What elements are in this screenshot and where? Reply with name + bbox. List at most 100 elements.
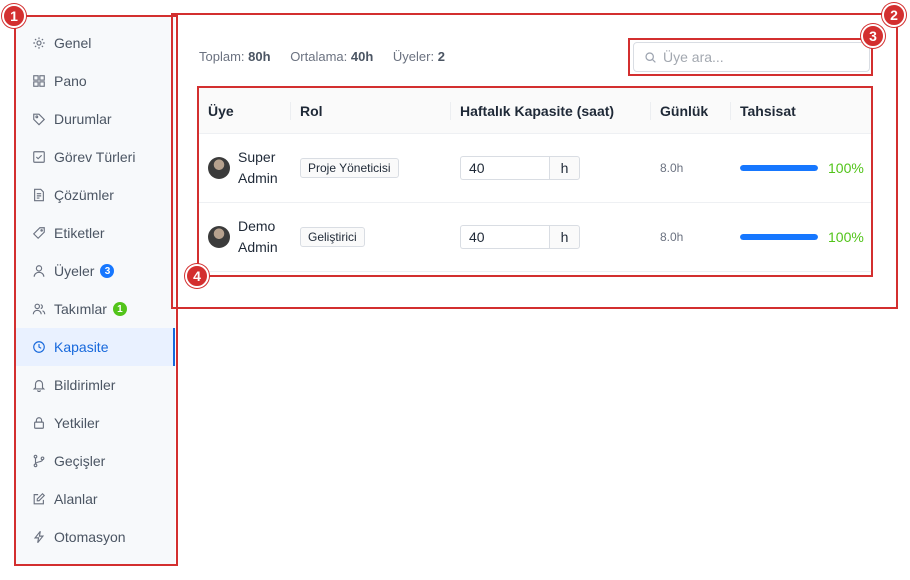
sidebar-item-yetkiler[interactable]: Yetkiler (15, 404, 175, 442)
sidebar-item-kapasite[interactable]: Kapasite (15, 328, 175, 366)
label-icon (32, 226, 46, 240)
column-header-member[interactable]: Üye (198, 88, 290, 133)
sidebar-item-label: Geçişler (54, 453, 106, 469)
allocation-progress-bar (740, 165, 818, 171)
sidebar-item-genel[interactable]: Genel (15, 24, 175, 62)
column-header-weekly-capacity[interactable]: Haftalık Kapasite (saat) (450, 88, 650, 133)
clock-icon (32, 340, 46, 354)
role-cell: Proje Yöneticisi (290, 134, 450, 202)
average-value: 40h (350, 49, 374, 64)
capacity-input[interactable] (460, 156, 549, 180)
allocation-progress-bar (740, 234, 818, 240)
sidebar-item-label: Bildirimler (54, 377, 116, 393)
allocation-cell: 100% (730, 134, 871, 202)
role-cell: Geliştirici (290, 203, 450, 271)
sidebar-item-label: Alanlar (54, 491, 98, 507)
sidebar-item-bildirimler[interactable]: Bildirimler (15, 366, 175, 404)
annotation-marker-1: 1 (2, 4, 26, 28)
allocation-percent: 100% (828, 229, 864, 245)
member-search[interactable] (633, 42, 870, 72)
capacity-table: Üye Rol Haftalık Kapasite (saat) Günlük … (198, 88, 871, 274)
avatar (208, 157, 230, 179)
sidebar-item-label: Yetkiler (54, 415, 100, 431)
member-name-line2: Admin (238, 239, 278, 255)
sidebar-item-pano[interactable]: Pano (15, 62, 175, 100)
allocation-fill (740, 234, 818, 240)
member-cell: Super Admin (198, 134, 290, 202)
user-icon (32, 264, 46, 278)
column-header-allocation[interactable]: Tahsisat (730, 88, 871, 133)
total-stat: Toplam: 80h (199, 49, 271, 64)
lock-icon (32, 416, 46, 430)
sidebar-item-label: Otomasyon (54, 529, 126, 545)
member-name-line2: Admin (238, 170, 278, 186)
search-input[interactable] (663, 49, 863, 65)
capacity-stats: Toplam: 80h Ortalama: 40h Üyeler: 2 (199, 49, 461, 64)
members-value: 2 (437, 49, 445, 64)
member-cell: Demo Admin (198, 203, 290, 271)
sidebar-item-label: Durumlar (54, 111, 112, 127)
member-name: Demo Admin (238, 216, 284, 258)
sidebar-item-label: Görev Türleri (54, 149, 136, 165)
sidebar-item-gorev-turleri[interactable]: Görev Türleri (15, 138, 175, 176)
sidebar-item-alanlar[interactable]: Alanlar (15, 480, 175, 518)
team-icon (32, 302, 46, 316)
daily-hours: 8.0h (660, 230, 684, 244)
sidebar-item-label: Genel (54, 35, 92, 51)
role-tag: Proje Yöneticisi (300, 158, 399, 178)
search-icon (645, 51, 656, 63)
member-name: Super Admin (238, 147, 284, 189)
sidebar-item-otomasyon[interactable]: Otomasyon (15, 518, 175, 556)
member-name-line1: Super (238, 149, 276, 165)
allocation-fill (740, 165, 818, 171)
sidebar-item-takimlar[interactable]: Takımlar 1 (15, 290, 175, 328)
gear-icon (32, 36, 46, 50)
sidebar-item-cozumler[interactable]: Çözümler (15, 176, 175, 214)
annotation-marker-3: 3 (861, 24, 885, 48)
capacity-cell: h (450, 203, 650, 271)
capacity-unit: h (549, 156, 580, 180)
members-stat: Üyeler: 2 (393, 49, 445, 64)
sidebar-item-label: Takımlar (54, 301, 107, 317)
sidebar-item-label: Pano (54, 73, 87, 89)
lightning-icon (32, 530, 46, 544)
average-label: Ortalama: (290, 49, 348, 64)
annotation-marker-2: 2 (882, 3, 906, 27)
table-header: Üye Rol Haftalık Kapasite (saat) Günlük … (198, 88, 871, 134)
members-count-badge: 3 (100, 264, 115, 278)
table-row: Demo Admin Geliştirici h 8.0h 100% (198, 203, 871, 272)
annotation-marker-4: 4 (185, 264, 209, 288)
average-stat: Ortalama: 40h (290, 49, 373, 64)
sidebar-item-uyeler[interactable]: Üyeler 3 (15, 252, 175, 290)
branch-icon (32, 454, 46, 468)
sidebar-item-etiketler[interactable]: Etiketler (15, 214, 175, 252)
total-label: Toplam: (199, 49, 245, 64)
column-header-daily[interactable]: Günlük (650, 88, 730, 133)
sidebar-item-label: Üyeler (54, 263, 95, 279)
avatar (208, 226, 230, 248)
allocation-percent: 100% (828, 160, 864, 176)
capacity-input[interactable] (460, 225, 549, 249)
settings-sidebar: Genel Pano Durumlar Görev Türleri Çözüml… (15, 16, 175, 564)
grid-icon (32, 74, 46, 88)
column-header-role[interactable]: Rol (290, 88, 450, 133)
sidebar-item-label: Etiketler (54, 225, 105, 241)
edit-icon (32, 492, 46, 506)
capacity-unit: h (549, 225, 580, 249)
sidebar-item-durumlar[interactable]: Durumlar (15, 100, 175, 138)
members-label: Üyeler: (392, 49, 435, 64)
daily-hours: 8.0h (660, 161, 684, 175)
document-icon (32, 188, 46, 202)
sidebar-item-gecisler[interactable]: Geçişler (15, 442, 175, 480)
table-row: Super Admin Proje Yöneticisi h 8.0h 100% (198, 134, 871, 203)
capacity-input-group: h (460, 225, 580, 249)
app-frame: Genel Pano Durumlar Görev Türleri Çözüml… (0, 0, 910, 580)
total-value: 80h (248, 49, 271, 64)
capacity-input-group: h (460, 156, 580, 180)
allocation-cell: 100% (730, 203, 871, 271)
bell-icon (32, 378, 46, 392)
checkbox-icon (32, 150, 46, 164)
member-name-line1: Demo (238, 218, 276, 234)
teams-count-badge: 1 (112, 302, 127, 316)
role-tag: Geliştirici (300, 227, 365, 247)
